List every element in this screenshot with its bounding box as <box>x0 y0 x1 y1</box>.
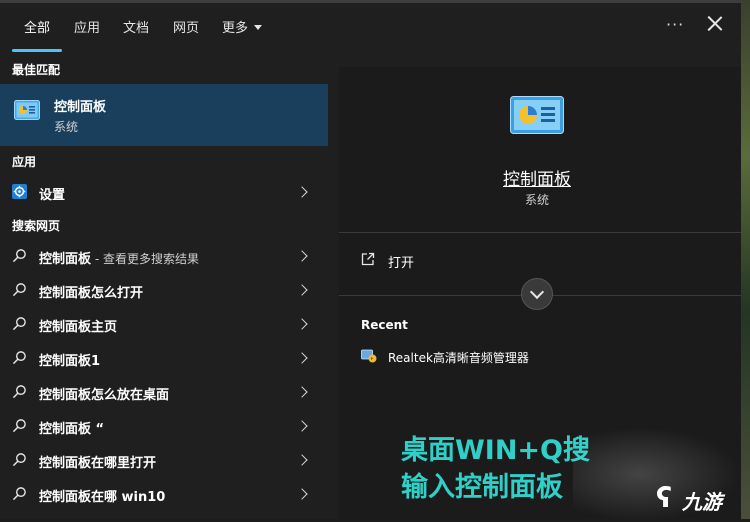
tab-all[interactable]: 全部 <box>24 17 50 36</box>
chevron-right-icon <box>296 318 308 330</box>
section-apps: 应用 <box>12 155 37 169</box>
tab-web[interactable]: 网页 <box>173 17 199 36</box>
web-result-query: 控制面板 <box>39 252 92 267</box>
app-item-settings[interactable]: 设置 <box>0 175 328 209</box>
chevron-right-icon <box>296 284 308 296</box>
section-best-match: 最佳匹配 <box>12 63 61 77</box>
preview-title[interactable]: 控制面板 <box>339 165 735 190</box>
web-result-label: 控制面板在哪 win10 <box>39 490 166 505</box>
search-icon <box>12 487 26 501</box>
gear-icon <box>12 184 27 199</box>
recent-item[interactable]: Realtek高清晰音频管理器 <box>339 346 741 370</box>
web-result-label: 控制面板 “ <box>39 422 105 437</box>
chevron-right-icon <box>296 352 308 364</box>
search-icon <box>12 453 26 467</box>
open-action[interactable]: 打开 <box>339 248 741 276</box>
recent-header: Recent <box>361 318 408 332</box>
chevron-right-icon <box>296 386 308 398</box>
overlay-annotation-line2: 输入控制面板 <box>401 472 563 503</box>
chevron-down-icon <box>254 25 263 30</box>
desktop-background-strip <box>741 0 750 519</box>
chevron-right-icon <box>296 250 308 262</box>
web-result-label: 控制面板 - 查看更多搜索结果 <box>39 248 199 267</box>
web-result-label: 控制面板1 <box>39 354 101 369</box>
ellipsis-icon[interactable]: ··· <box>666 15 684 34</box>
tab-more-label: 更多 <box>222 21 249 36</box>
web-result-item[interactable]: 控制面板 - 查看更多搜索结果 <box>0 239 328 273</box>
best-match-title: 控制面板 <box>54 100 107 115</box>
search-icon <box>12 249 26 263</box>
control-panel-icon <box>14 100 40 120</box>
web-result-item[interactable]: 控制面板怎么放在桌面 <box>0 375 328 409</box>
search-panel: 全部 应用 文档 网页 更多 ··· 最佳匹配 控制面板 系统 应用 设置 搜索… <box>0 3 741 522</box>
tab-apps[interactable]: 应用 <box>74 17 100 36</box>
web-result-suffix: - 查看更多搜索结果 <box>91 252 199 266</box>
filter-tabs: 全部 应用 文档 网页 更多 ··· <box>0 3 741 53</box>
best-match-subtitle: 系统 <box>54 120 79 134</box>
tab-documents[interactable]: 文档 <box>123 17 149 36</box>
web-result-label: 控制面板怎么放在桌面 <box>39 388 170 403</box>
search-icon <box>12 419 26 433</box>
chevron-right-icon <box>296 454 308 466</box>
watermark-text: 九游 <box>682 490 722 514</box>
best-match-item[interactable]: 控制面板 系统 <box>0 84 328 146</box>
web-result-item[interactable]: 控制面板 “ <box>0 409 328 443</box>
close-icon[interactable] <box>704 13 726 35</box>
chevron-right-icon <box>296 420 308 432</box>
web-result-item[interactable]: 控制面板在哪 win10 <box>0 477 328 511</box>
web-result-item[interactable]: 控制面板在哪里打开 <box>0 443 328 477</box>
divider <box>339 232 741 233</box>
audio-manager-icon <box>361 349 377 363</box>
search-icon <box>12 385 26 399</box>
search-icon <box>12 283 26 297</box>
web-result-label: 控制面板在哪里打开 <box>39 456 157 471</box>
web-result-item[interactable]: 控制面板怎么打开 <box>0 273 328 307</box>
search-icon <box>12 351 26 365</box>
expand-chevron-button[interactable] <box>521 278 553 310</box>
open-label: 打开 <box>388 256 415 271</box>
control-panel-icon <box>510 96 564 134</box>
web-result-item[interactable]: 控制面板主页 <box>0 307 328 341</box>
web-result-label: 控制面板怎么打开 <box>39 286 144 301</box>
watermark-glyph-icon: ʕ <box>656 481 673 514</box>
web-result-item[interactable]: 控制面板1 <box>0 341 328 375</box>
open-external-icon <box>361 252 375 266</box>
recent-item-label: Realtek高清晰音频管理器 <box>388 351 529 365</box>
search-icon <box>12 317 26 331</box>
app-item-label: 设置 <box>39 188 66 203</box>
web-result-label: 控制面板主页 <box>39 320 118 335</box>
chevron-right-icon <box>296 488 308 500</box>
overlay-annotation-line1: 桌面WIN+Q搜 <box>401 435 590 466</box>
watermark-logo: ʕ 九游 <box>656 481 746 515</box>
preview-subtitle: 系统 <box>524 193 549 207</box>
chevron-right-icon <box>296 186 308 198</box>
tab-more[interactable]: 更多 <box>222 17 263 36</box>
active-tab-indicator <box>12 49 62 52</box>
section-search-web: 搜索网页 <box>12 219 61 233</box>
